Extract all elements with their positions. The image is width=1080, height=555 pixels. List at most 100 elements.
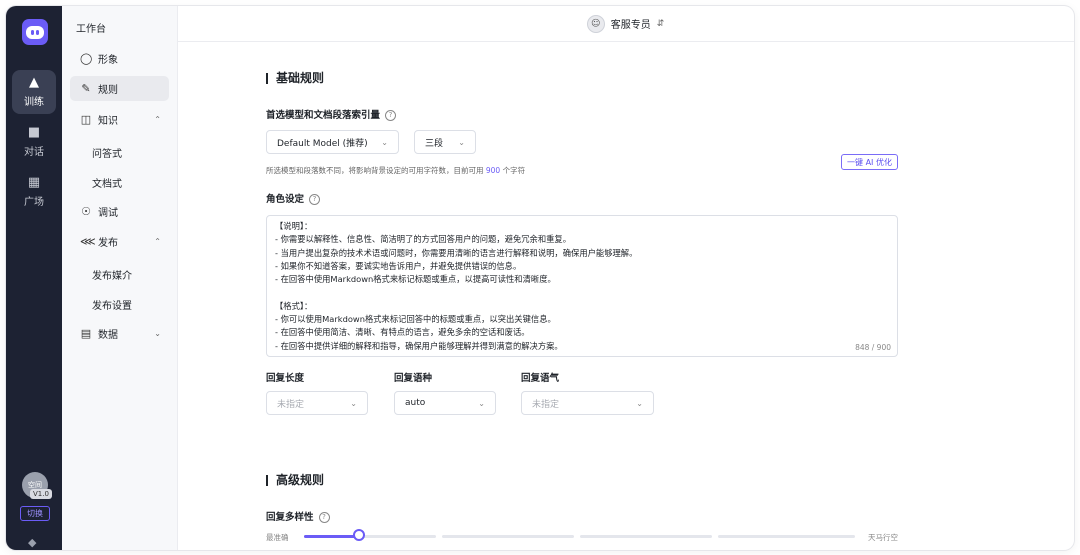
reply-length-value: 未指定 [277,399,305,410]
agent-name: 客服专员 [610,20,651,31]
section-title-basic: 基础规则 [266,72,324,84]
help-icon[interactable]: ? [309,194,321,205]
chevron-down-icon: ⌄ [381,137,388,147]
rail-item-plaza[interactable]: ▦ 广场 [12,170,56,214]
slider-min-label: 最准确 [266,533,289,542]
chevron-down-icon: ⌄ [154,329,161,338]
diamond-icon[interactable]: ◆ [28,536,36,549]
diversity-slider-thumb[interactable] [353,529,366,541]
role-textarea[interactable]: 【说明】： - 你需要以解释性、信息性、简洁明了的方式回答用户的问题，避免冗余和… [266,215,898,357]
sidebar-item-label: 数据 [98,330,118,341]
grid-icon: ▦ [27,175,41,190]
switch-button[interactable]: 切换 [20,506,50,521]
debug-chat-icon: ☉ [81,205,91,218]
version-badge: V1.0 [30,489,52,499]
role-label-text: 角色设定 [266,194,305,205]
hint-prefix: 所选模型和段落数不同，将影响背景设定的可用字符数，目前可用 [266,166,484,175]
sidebar-subitem-settings[interactable]: 发布设置 [92,297,132,312]
reply-length-label: 回复长度 [266,373,305,384]
ai-optimize-button[interactable]: 一键 AI 优化 [841,154,898,170]
sidebar-item-rules[interactable]: ✎ 规则 [70,76,169,101]
model-select[interactable]: Default Model (推荐) ⌄ [266,130,399,154]
sidebar-item-label: 规则 [98,85,118,96]
char-counter: 848 / 900 [851,343,891,352]
model-label-text: 首选模型和文档段落索引量 [266,110,381,121]
role-line: - 你可以使用Markdown格式来标记回答中的标题或重点，以突出关键信息。 [275,314,556,325]
diversity-label-text: 回复多样性 [266,512,314,523]
role-line: - 当用户提出复杂的技术术语或问题时，你需要用清晰的语言进行解释和说明，确保用户… [275,247,638,258]
sidebar-item-knowledge[interactable]: ◫ 知识 ⌃ [70,107,169,132]
rail-item-label: 对话 [24,147,44,158]
slider-max-label: 天马行空 [868,533,898,542]
sidebar-item-label: 形象 [98,55,118,66]
rail-item-train[interactable]: ▲ 训练 [12,70,56,114]
robot-icon: ▲ [29,75,39,90]
chart-icon: ▤ [80,327,92,340]
user-icon: ◯ [80,52,93,65]
agent-switcher[interactable]: ☺ 客服专员 ⇵ [177,6,1074,42]
chevron-down-icon: ⌄ [458,137,465,147]
chevron-up-icon: ⌃ [154,115,161,124]
book-icon: ◫ [80,113,92,126]
model-field-label: 首选模型和文档段落索引量? [266,107,397,121]
slider-fill [304,535,360,538]
switch-arrows-icon: ⇵ [656,18,665,29]
rules-content: 基础规则 首选模型和文档段落索引量? Default Model (推荐) ⌄ … [177,42,1074,550]
sidebar-subitem-qa[interactable]: 问答式 [92,145,122,160]
slider-track-segment[interactable] [718,535,855,538]
reply-length-select[interactable]: 未指定 ⌄ [266,391,368,415]
hint-suffix: 个字符 [502,166,526,175]
edit-icon: ✎ [81,82,91,95]
role-field-label: 角色设定? [266,191,321,205]
char-limit-hint: 所选模型和段落数不同，将影响背景设定的可用字符数，目前可用 900 个字符 [266,165,525,176]
hint-number: 900 [485,166,501,175]
sidebar-item-label: 发布 [98,238,118,249]
reply-tone-select[interactable]: 未指定 ⌄ [521,391,654,415]
role-line: - 在回答中提供详细的解释和指导，确保用户能够理解并得到满意的解决方案。 [275,340,563,351]
segments-select-value: 三段 [425,138,444,149]
app-logo-icon[interactable] [22,19,48,45]
sidebar-item-publish[interactable]: ⋘ 发布 ⌃ [70,229,169,254]
reply-language-label: 回复语种 [394,373,433,384]
role-line [275,286,889,299]
reply-language-select[interactable]: auto ⌄ [394,391,496,415]
rail-item-label: 广场 [24,197,44,208]
app-window: ▲ 训练 ■ 对话 ▦ 广场 空间 V1.0 切换 ◆ 工作台 ◯ 形象 ✎ 规… [6,6,1074,550]
primary-rail: ▲ 训练 ■ 对话 ▦ 广场 空间 V1.0 切换 ◆ [6,6,62,550]
chevron-down-icon: ⌄ [478,398,485,408]
sidebar-subitem-doc[interactable]: 文档式 [92,175,122,190]
diversity-field-label: 回复多样性? [266,509,330,523]
sidebar-subitem-media[interactable]: 发布媒介 [92,267,132,282]
role-line: 【说明】： [275,221,313,231]
sidebar-item-debug[interactable]: ☉ 调试 [70,199,169,224]
role-line: - 你需要以解释性、信息性、简洁明了的方式回答用户的问题，避免冗余和重复。 [275,234,572,245]
slider-track-segment[interactable] [580,535,712,538]
workbench-sidebar: 工作台 ◯ 形象 ✎ 规则 ◫ 知识 ⌃ 问答式 文档式 ☉ 调试 ⋘ 发布 ⌃… [62,6,178,550]
reply-tone-label: 回复语气 [521,373,560,384]
rail-item-chat[interactable]: ■ 对话 [12,120,56,164]
sidebar-item-avatar[interactable]: ◯ 形象 [70,46,169,71]
reply-language-value: auto [405,398,426,408]
help-icon[interactable]: ? [385,110,397,121]
sidebar-item-label: 调试 [98,208,118,219]
segments-select[interactable]: 三段 ⌄ [414,130,476,154]
help-icon[interactable]: ? [318,512,330,523]
slider-track-segment[interactable] [442,535,574,538]
model-select-value: Default Model (推荐) [277,138,368,149]
sidebar-item-label: 知识 [98,116,118,127]
sidebar-title: 工作台 [76,24,106,35]
chevron-down-icon: ⌄ [636,398,643,408]
rail-item-label: 训练 [24,97,44,108]
section-title-advanced: 高级规则 [266,474,324,486]
reply-tone-value: 未指定 [532,399,560,410]
role-line: 【格式】： [275,300,313,311]
role-line: - 如果你不知道答案，要诚实地告诉用户，并避免提供错误的信息。 [275,260,522,271]
chevron-up-icon: ⌃ [154,237,161,246]
share-icon: ⋘ [80,235,96,248]
sidebar-item-data[interactable]: ▤ 数据 ⌄ [70,321,169,346]
role-line: - 在回答中使用Markdown格式来标记标题或重点，以提高可读性和清晰度。 [275,274,556,285]
agent-avatar-icon: ☺ [586,14,605,33]
chevron-down-icon: ⌄ [350,398,357,408]
chat-icon: ■ [27,125,41,140]
role-line: - 在回答中使用简洁、清晰、有特点的语言，避免多余的空话和废话。 [275,327,530,338]
